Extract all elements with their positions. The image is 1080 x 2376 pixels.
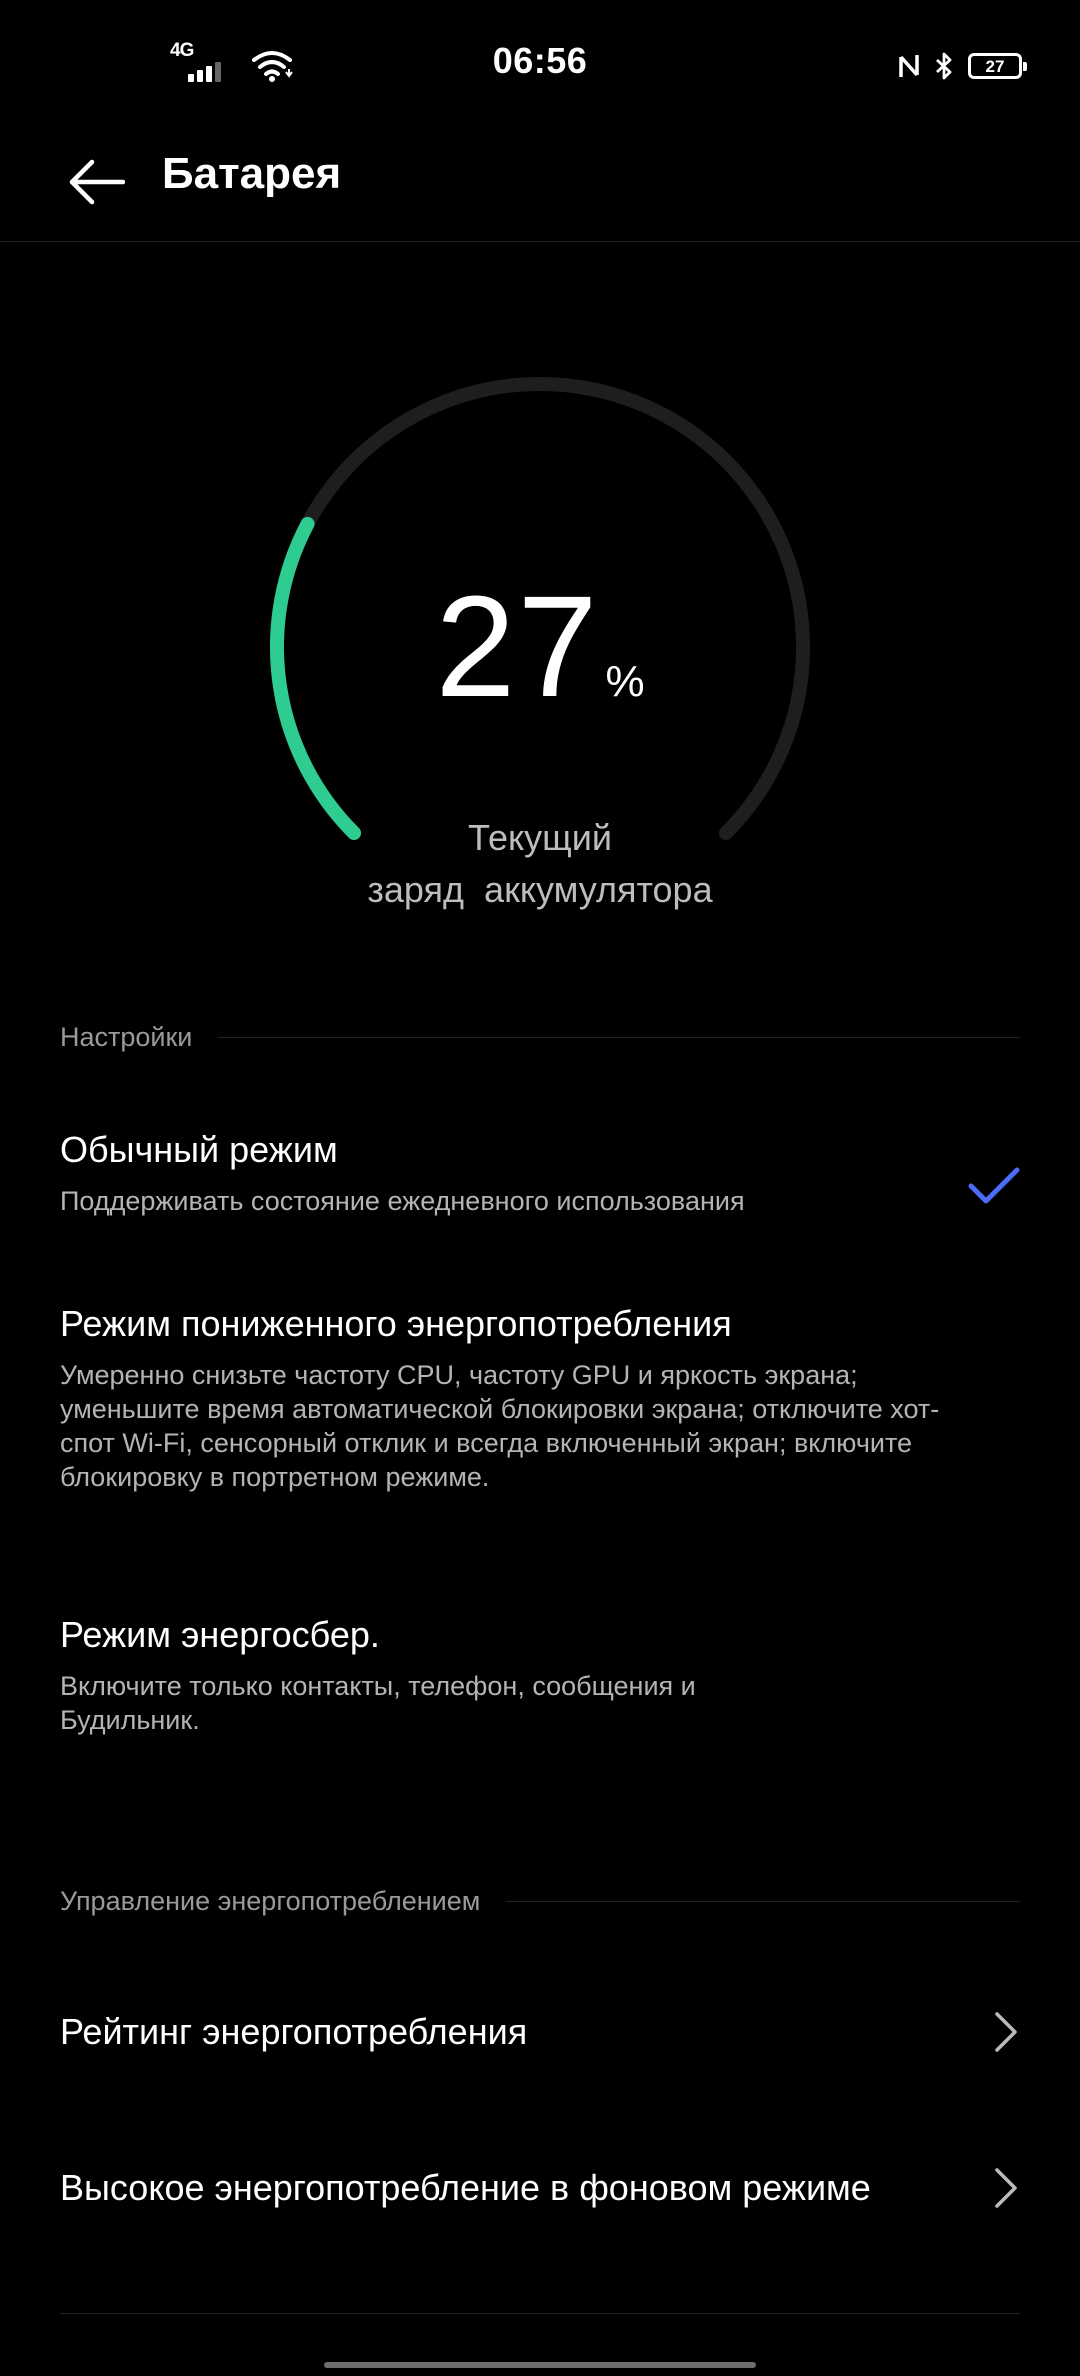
nfc-icon: [899, 55, 919, 77]
arrow-left-icon: [69, 159, 125, 205]
mode-item-normal[interactable]: Обычный режим Поддерживать состояние еже…: [60, 1128, 1020, 1218]
mode-description: Включите только контакты, телефон, сообщ…: [60, 1671, 696, 1735]
nav-item-power-rating[interactable]: Рейтинг энергопотребления: [60, 1992, 1020, 2072]
section-divider: [506, 1901, 1020, 1902]
bottom-divider: [60, 2313, 1020, 2314]
nav-item-label: Высокое энергопотребление в фоновом режи…: [60, 2167, 871, 2208]
chevron-right-icon: [995, 2168, 1017, 2208]
status-bar: 4G 06:56 27: [0, 0, 1080, 130]
battery-level-text: 27: [985, 57, 1005, 76]
battery-percentage: 27%: [0, 575, 1080, 719]
mode-title: Режим энергосбер.: [60, 1614, 380, 1655]
battery-percentage-unit: %: [605, 657, 645, 706]
section-divider: [218, 1037, 1020, 1038]
gauge-caption-line2: заряд аккумулятора: [367, 869, 713, 910]
section-header-power-management: Управление энергопотреблением: [60, 1886, 1020, 1917]
bluetooth-icon: [936, 52, 952, 80]
mode-item-power-saving[interactable]: Режим энергосбер. Включите только контак…: [60, 1613, 1020, 1737]
gauge-caption-line1: Текущий: [468, 817, 612, 858]
back-button[interactable]: [56, 142, 136, 222]
chevron-right-icon: [995, 2012, 1017, 2052]
battery-percentage-number: 27: [435, 566, 600, 727]
section-title: Управление энергопотреблением: [60, 1886, 481, 1916]
mode-title: Режим пониженного энергопотребления: [60, 1303, 732, 1344]
battery-settings-screen: 4G 06:56 27 Батарея 27 % Текущий заряд а…: [0, 0, 1080, 2376]
battery-icon: 27: [968, 53, 1027, 79]
app-header: Батарея: [0, 130, 1080, 242]
nav-item-background-high-consumption[interactable]: Высокое энергопотребление в фоновом режи…: [60, 2148, 1020, 2228]
checkmark-icon: [968, 1167, 1020, 1204]
nav-item-label: Рейтинг энергопотребления: [60, 2011, 528, 2052]
home-indicator[interactable]: [324, 2362, 756, 2368]
mode-item-low-power[interactable]: Режим пониженного энергопотребления Умер…: [60, 1302, 1020, 1494]
mode-title: Обычный режим: [60, 1129, 338, 1170]
page-title: Батарея: [162, 149, 342, 198]
gauge-caption: Текущий заряд аккумулятора: [0, 812, 1080, 916]
status-right-group: 27: [898, 46, 1027, 86]
section-title: Настройки: [60, 1022, 193, 1052]
mode-description: Умеренно снизьте частоту CPU, частоту GP…: [60, 1360, 940, 1492]
battery-gauge: 27% Текущий заряд аккумулятора: [0, 360, 1080, 930]
mode-description: Поддерживать состояние ежедневного испол…: [60, 1186, 745, 1216]
section-header-settings: Настройки: [60, 1022, 1020, 1053]
